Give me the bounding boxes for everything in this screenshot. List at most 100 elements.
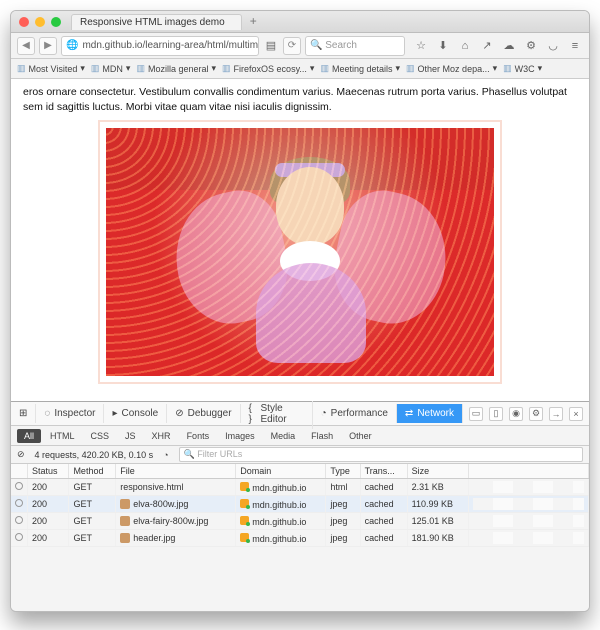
- tab-debugger[interactable]: ⊘ Debugger: [167, 404, 240, 423]
- folder-icon: ▥: [91, 63, 100, 74]
- filter-html[interactable]: HTML: [43, 429, 82, 443]
- stopwatch-icon[interactable]: ◔: [163, 450, 168, 460]
- bookmark-item[interactable]: ▥Meeting details ▾: [320, 63, 400, 74]
- filter-css[interactable]: CSS: [84, 429, 117, 443]
- cell-file: elva-fairy-800w.jpg: [116, 513, 236, 530]
- url-field[interactable]: 🌐 mdn.github.io/learning-area/html/multi…: [61, 36, 259, 56]
- bookmark-item[interactable]: ▥Mozilla general ▾: [136, 63, 216, 74]
- domain-icon: [240, 499, 249, 508]
- col-status[interactable]: Status: [28, 464, 69, 479]
- titlebar: Responsive HTML images demo +: [11, 11, 589, 33]
- bookmark-item[interactable]: ▥FirefoxOS ecosy... ▾: [222, 63, 314, 74]
- folder-icon: ▥: [320, 63, 329, 74]
- filter-all[interactable]: All: [17, 429, 41, 443]
- browser-tab[interactable]: Responsive HTML images demo: [71, 14, 242, 30]
- filter-fonts[interactable]: Fonts: [180, 429, 217, 443]
- col-transferred[interactable]: Trans...: [360, 464, 407, 479]
- cell-file: elva-800w.jpg: [116, 496, 236, 513]
- download-icon[interactable]: ⬇: [435, 38, 451, 54]
- filter-images[interactable]: Images: [218, 429, 262, 443]
- dock-icon[interactable]: →: [549, 407, 563, 421]
- table-row[interactable]: 200GETheader.jpgmdn.github.iojpegcached1…: [11, 530, 589, 547]
- timing-bar: [473, 498, 584, 510]
- status-dot-icon: [15, 482, 23, 490]
- traffic-lights: [19, 17, 61, 27]
- col-timeline[interactable]: 0 ms 80 ms: [469, 464, 589, 479]
- close-devtools-icon[interactable]: ×: [569, 407, 583, 421]
- filter-urls-input[interactable]: 🔍 Filter URLs: [179, 447, 583, 462]
- menu-icon[interactable]: ≡: [567, 38, 583, 54]
- col-domain[interactable]: Domain: [236, 464, 326, 479]
- bookmark-item[interactable]: ▥W3C ▾: [503, 63, 542, 74]
- photo-subject: [236, 163, 386, 373]
- forward-button[interactable]: ▶: [39, 37, 57, 55]
- search-icon: 🔍: [310, 40, 322, 51]
- cell-status: 200: [28, 479, 69, 496]
- screenshot-icon[interactable]: ◉: [509, 407, 523, 421]
- split-console-icon[interactable]: ▭: [469, 407, 483, 421]
- page-content: eros ornare consectetur. Vestibulum conv…: [11, 79, 589, 401]
- dev-icon[interactable]: ⚙: [523, 38, 539, 54]
- timing-bar: [473, 515, 584, 527]
- folder-icon: ▥: [406, 63, 415, 74]
- table-row[interactable]: 200GETelva-800w.jpgmdn.github.iojpegcach…: [11, 496, 589, 513]
- col-method[interactable]: Method: [69, 464, 116, 479]
- pick-element-button[interactable]: ⊞: [11, 404, 36, 423]
- reader-icon[interactable]: ▤: [263, 38, 279, 54]
- star-icon[interactable]: ☆: [413, 38, 429, 54]
- search-field[interactable]: 🔍 Search: [305, 36, 405, 56]
- filter-flash[interactable]: Flash: [304, 429, 340, 443]
- zoom-icon[interactable]: [51, 17, 61, 27]
- tab-performance[interactable]: ◔ Performance: [313, 404, 397, 423]
- thumb-icon: [120, 533, 130, 543]
- home-icon[interactable]: ⌂: [457, 38, 473, 54]
- folder-icon: ▥: [136, 63, 145, 74]
- filter-other[interactable]: Other: [342, 429, 379, 443]
- status-dot-icon: [15, 499, 23, 507]
- col-file[interactable]: File: [116, 464, 236, 479]
- toolbar-icons: ☆ ⬇ ⌂ ↗ ☁ ⚙ ◡ ≡: [413, 38, 583, 54]
- bookmark-item[interactable]: ▥Other Moz depa... ▾: [406, 63, 497, 74]
- cell-transferred: cached: [360, 496, 407, 513]
- tab-console[interactable]: ▸ Console: [104, 404, 167, 423]
- new-tab-button[interactable]: +: [244, 14, 263, 30]
- settings-icon[interactable]: ⚙: [529, 407, 543, 421]
- cell-method: GET: [69, 496, 116, 513]
- filter-media[interactable]: Media: [264, 429, 303, 443]
- filter-js[interactable]: JS: [118, 429, 143, 443]
- close-icon[interactable]: [19, 17, 29, 27]
- network-table: Status Method File Domain Type Trans... …: [11, 464, 589, 611]
- tab-inspector[interactable]: ◌ Inspector: [36, 404, 104, 423]
- table-row[interactable]: 200GETresponsive.htmlmdn.github.iohtmlca…: [11, 479, 589, 496]
- tab-style-editor[interactable]: { } Style Editor: [241, 399, 313, 429]
- back-button[interactable]: ◀: [17, 37, 35, 55]
- cell-transferred: cached: [360, 513, 407, 530]
- hero-image: [100, 122, 500, 382]
- search-placeholder: Search: [325, 40, 357, 51]
- minimize-icon[interactable]: [35, 17, 45, 27]
- pocket-icon[interactable]: ◡: [545, 38, 561, 54]
- bookmark-item[interactable]: ▥MDN ▾: [91, 63, 131, 74]
- request-summary: 4 requests, 420.20 KB, 0.10 s: [35, 450, 154, 460]
- timing-bar: [473, 532, 584, 544]
- cell-size: 125.01 KB: [407, 513, 468, 530]
- network-status: ⊘ 4 requests, 420.20 KB, 0.10 s ◔ 🔍 Filt…: [11, 446, 589, 464]
- col-type[interactable]: Type: [326, 464, 360, 479]
- clear-icon[interactable]: ⊘: [17, 449, 25, 460]
- cell-type: jpeg: [326, 513, 360, 530]
- share-icon[interactable]: ↗: [479, 38, 495, 54]
- col-size[interactable]: Size: [407, 464, 468, 479]
- responsive-icon[interactable]: ▯: [489, 407, 503, 421]
- filter-xhr[interactable]: XHR: [145, 429, 178, 443]
- bookmark-item[interactable]: ▥Most Visited ▾: [17, 63, 85, 74]
- globe-icon: 🌐: [66, 40, 78, 51]
- thumb-icon: [120, 499, 130, 509]
- reload-button[interactable]: ⟳: [283, 37, 301, 55]
- url-text: mdn.github.io/learning-area/html/multime…: [82, 40, 259, 51]
- tab-network[interactable]: ⇄ Network: [397, 404, 463, 423]
- table-row[interactable]: 200GETelva-fairy-800w.jpgmdn.github.iojp…: [11, 513, 589, 530]
- bookmarks-bar: ▥Most Visited ▾ ▥MDN ▾ ▥Mozilla general …: [11, 59, 589, 79]
- cell-method: GET: [69, 513, 116, 530]
- body-text: eros ornare consectetur. Vestibulum conv…: [11, 79, 589, 122]
- cloud-icon[interactable]: ☁: [501, 38, 517, 54]
